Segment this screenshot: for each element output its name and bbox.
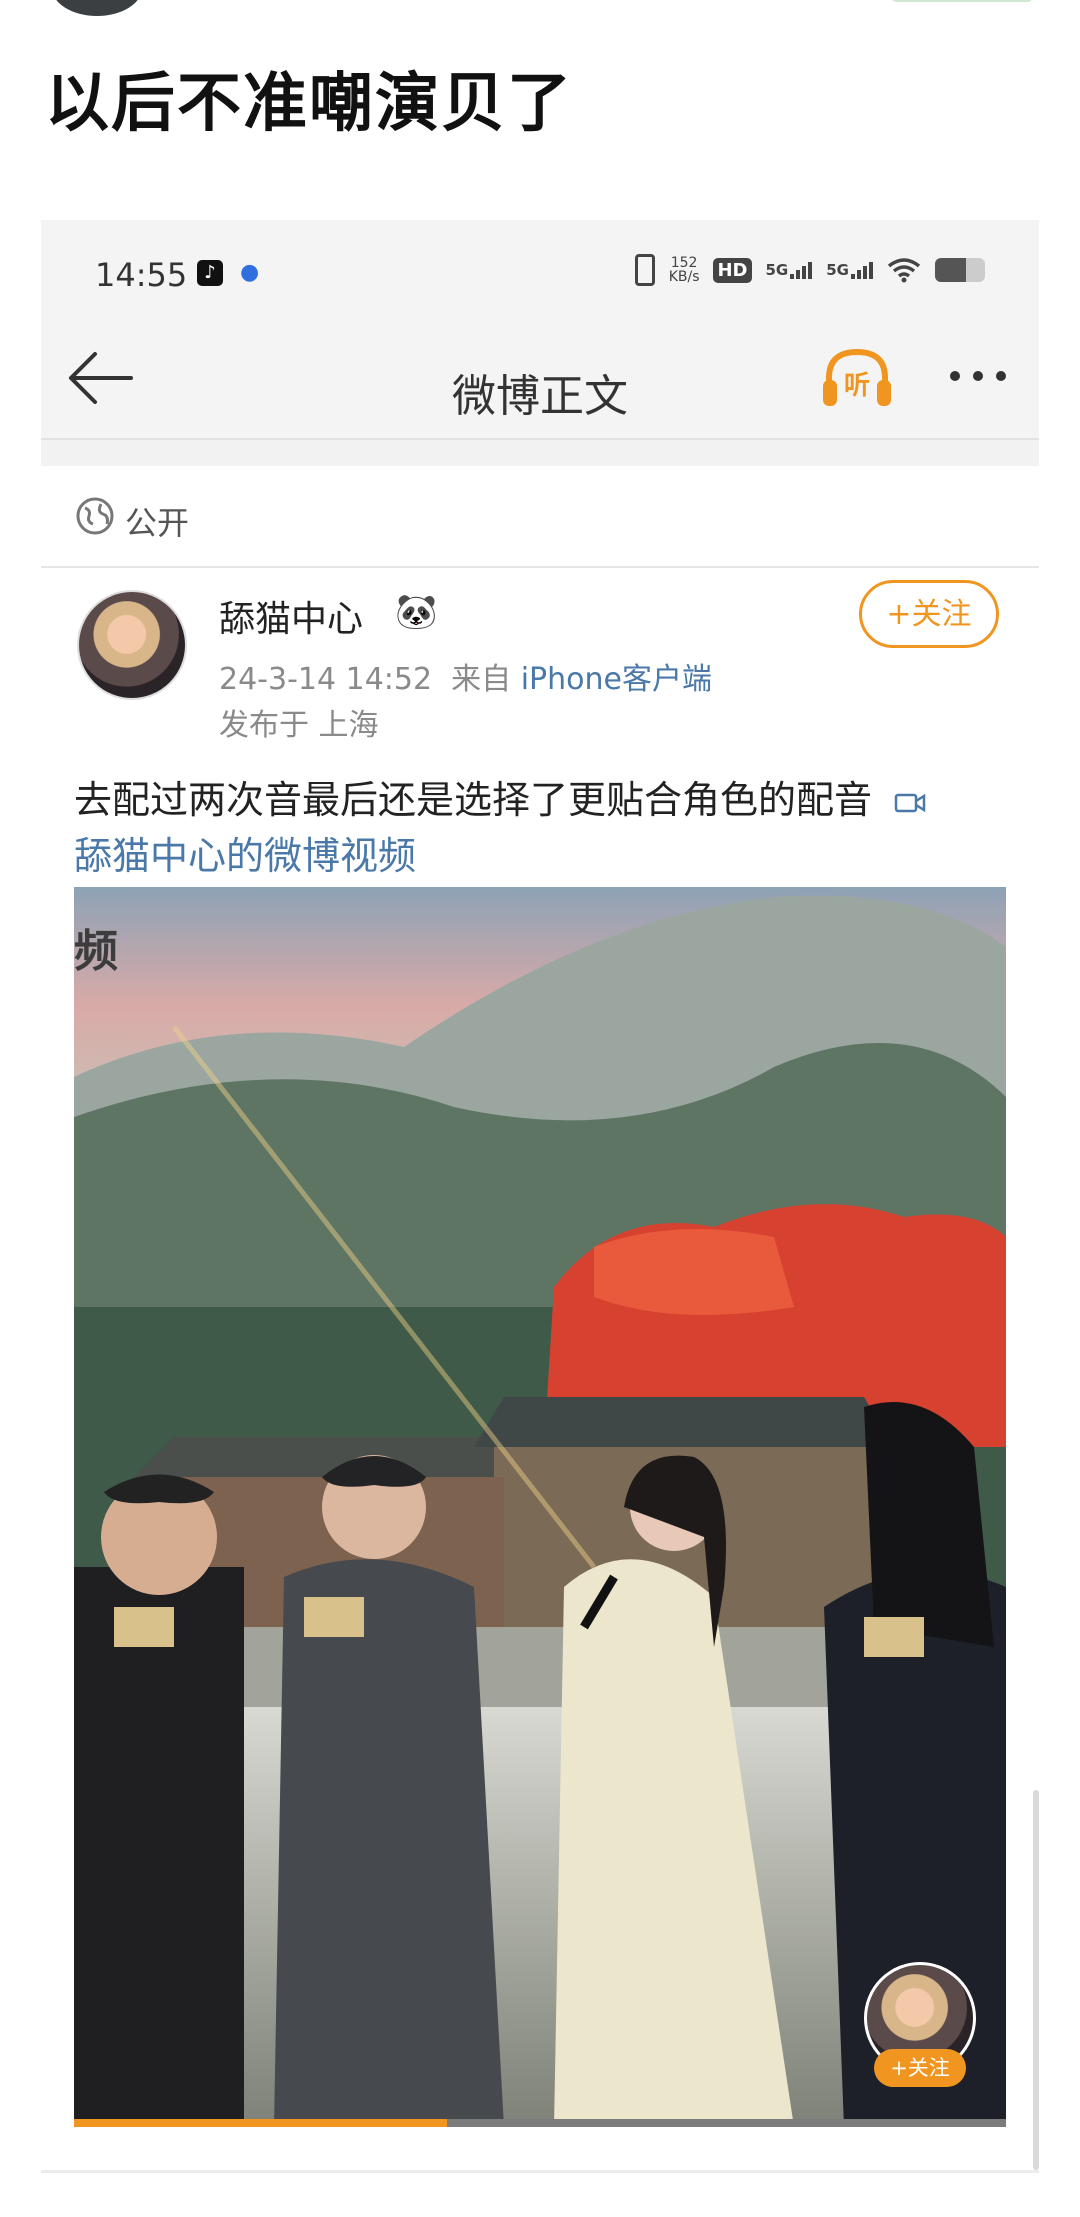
post-date: 24-3-14 14:52 bbox=[219, 662, 433, 697]
vibrate-icon bbox=[634, 254, 655, 286]
post-meta: 24-3-14 14:52 来自 iPhone客户端 bbox=[219, 654, 712, 698]
network-speed: 152 KB/s bbox=[669, 256, 700, 284]
video-corner-text: 频 bbox=[74, 926, 118, 977]
weibo-post-page: 以后不准嘲演贝了 14:55 ♪ ● 152 KB/s HD 5G 5G 微博正… bbox=[0, 0, 1080, 2217]
video-follow-button[interactable]: +关注 bbox=[874, 2049, 966, 2087]
globe-icon bbox=[76, 497, 114, 535]
status-bar: 14:55 ♪ ● 152 KB/s HD 5G 5G bbox=[41, 220, 1039, 320]
signal-bars-icon bbox=[790, 261, 813, 279]
video-camera-icon bbox=[894, 793, 926, 812]
follow-button[interactable]: +关注 bbox=[859, 580, 999, 648]
embedded-screenshot: 14:55 ♪ ● 152 KB/s HD 5G 5G 微博正文 听 公开 舔猫… bbox=[41, 220, 1039, 2175]
nav-bar: 微博正文 听 bbox=[41, 320, 1039, 440]
listen-label: 听 bbox=[844, 371, 870, 401]
video-progress-fill bbox=[74, 2119, 447, 2127]
section-gap bbox=[41, 440, 1039, 466]
signal-sim1: 5G bbox=[766, 261, 813, 279]
panda-emoji-icon: 🐼 bbox=[395, 592, 438, 632]
tiktok-icon: ♪ bbox=[197, 260, 223, 286]
more-options-icon[interactable] bbox=[943, 356, 1013, 396]
signal-sim2: 5G bbox=[826, 261, 873, 279]
post-source-prefix: 来自 bbox=[451, 662, 512, 697]
cropped-post-header bbox=[0, 0, 1080, 30]
signal-bars-icon bbox=[851, 261, 873, 279]
visibility-row: 公开 bbox=[41, 466, 1039, 568]
sim2-label: 5G bbox=[826, 261, 849, 279]
video-link[interactable]: 舔猫中心的微博视频 bbox=[74, 834, 416, 878]
sim1-label: 5G bbox=[765, 261, 789, 279]
post-client[interactable]: iPhone客户端 bbox=[521, 662, 712, 697]
visibility-label: 公开 bbox=[125, 504, 190, 542]
status-time: 14:55 bbox=[95, 256, 188, 294]
post-divider bbox=[41, 2170, 1039, 2173]
listen-headphones-icon[interactable]: 听 bbox=[821, 344, 893, 410]
post-location: 发布于 上海 bbox=[219, 708, 379, 743]
poster-avatar[interactable] bbox=[52, 0, 142, 16]
follow-chip[interactable] bbox=[892, 0, 1032, 2]
hd-voice-icon: HD bbox=[713, 257, 752, 283]
post-title: 以后不准嘲演贝了 bbox=[45, 67, 573, 141]
video-player[interactable]: 频 +关注 bbox=[74, 887, 1006, 2127]
network-speed-unit: KB/s bbox=[668, 269, 700, 285]
baidu-paw-icon: ● bbox=[240, 260, 260, 285]
scrollbar[interactable] bbox=[1033, 1790, 1039, 2170]
author-name[interactable]: 舔猫中心 bbox=[219, 590, 363, 642]
post-body: 去配过两次音最后还是选择了更贴合角色的配音 舔猫中心的微博视频 bbox=[74, 772, 1014, 884]
author-avatar[interactable] bbox=[77, 590, 187, 700]
wifi-icon bbox=[887, 258, 921, 283]
video-progress-bar[interactable] bbox=[74, 2119, 1006, 2127]
battery-icon bbox=[935, 258, 985, 282]
post-text: 去配过两次音最后还是选择了更贴合角色的配音 bbox=[74, 778, 873, 822]
video-frame-image bbox=[74, 887, 1006, 2127]
